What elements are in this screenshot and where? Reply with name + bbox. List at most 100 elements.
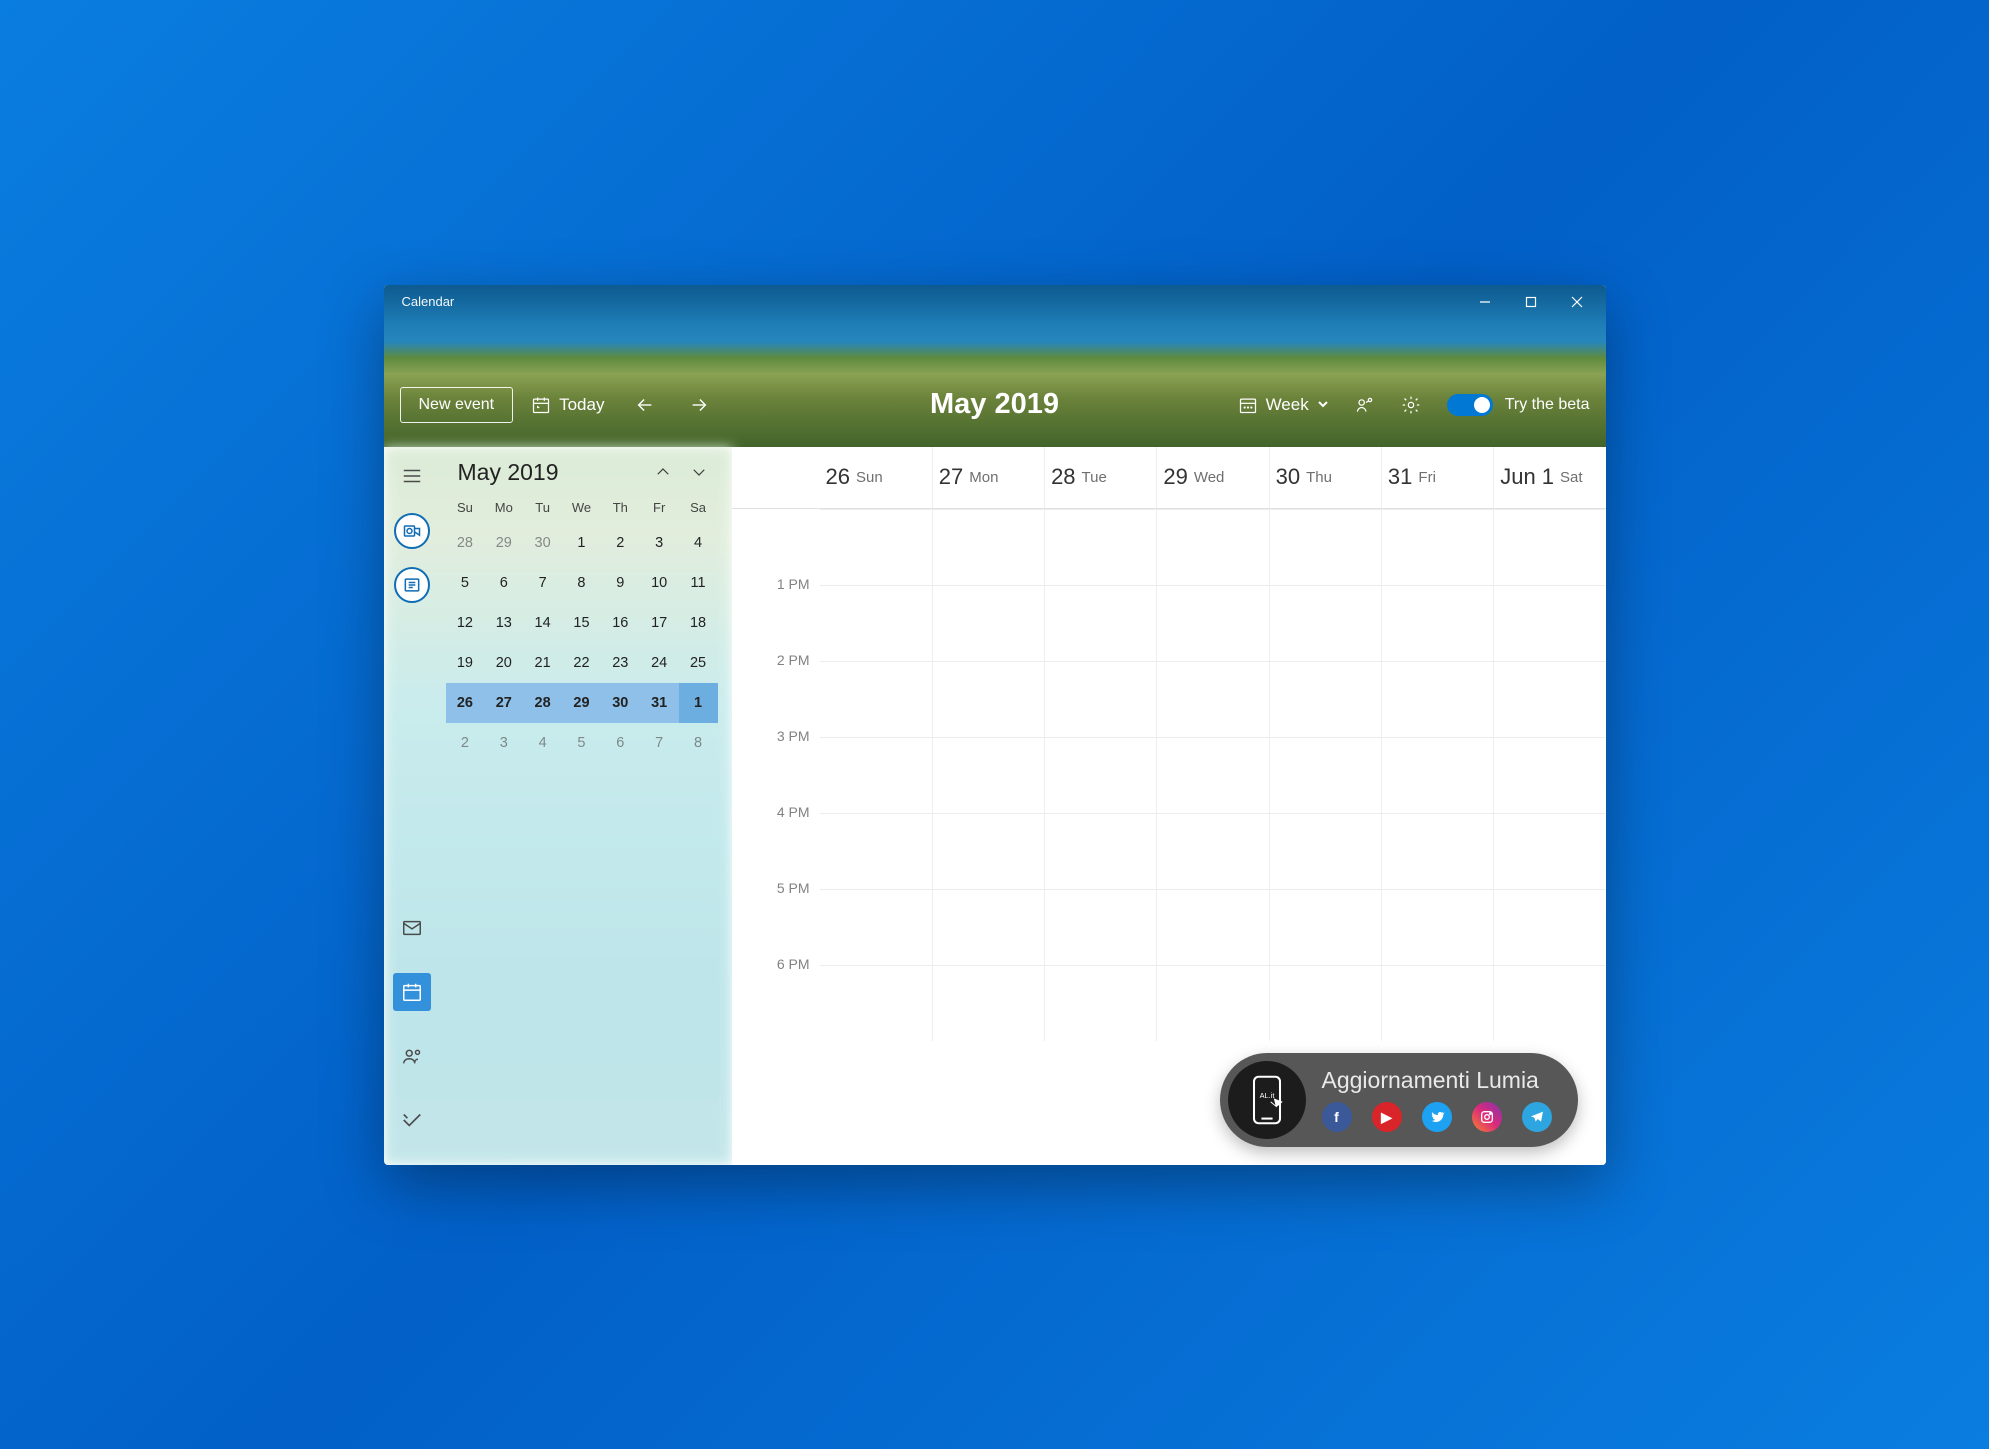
mini-next-month[interactable] bbox=[686, 459, 712, 485]
week-cell[interactable] bbox=[1044, 889, 1156, 965]
week-cell[interactable] bbox=[1493, 661, 1605, 737]
week-cell[interactable] bbox=[1156, 585, 1268, 661]
week-cell[interactable] bbox=[1156, 509, 1268, 585]
mini-day-cell[interactable]: 15 bbox=[562, 603, 601, 643]
maximize-button[interactable] bbox=[1508, 285, 1554, 319]
mini-day-cell[interactable]: 4 bbox=[523, 723, 562, 763]
week-cell[interactable] bbox=[1493, 737, 1605, 813]
week-cell[interactable] bbox=[1156, 813, 1268, 889]
mini-day-cell[interactable]: 17 bbox=[640, 603, 679, 643]
settings-button[interactable] bbox=[1401, 395, 1421, 415]
mini-prev-month[interactable] bbox=[650, 459, 676, 485]
week-cell[interactable] bbox=[932, 737, 1044, 813]
week-day-header[interactable]: Jun 1Sat bbox=[1493, 447, 1605, 508]
mini-day-cell[interactable]: 12 bbox=[446, 603, 485, 643]
mini-day-cell[interactable]: 13 bbox=[484, 603, 523, 643]
week-cell[interactable] bbox=[1269, 965, 1381, 1041]
week-cell[interactable] bbox=[1044, 661, 1156, 737]
mini-day-cell[interactable]: 8 bbox=[679, 723, 718, 763]
mini-day-cell[interactable]: 3 bbox=[640, 523, 679, 563]
week-cell[interactable] bbox=[1044, 585, 1156, 661]
week-cell[interactable] bbox=[1156, 737, 1268, 813]
mini-day-cell[interactable]: 2 bbox=[446, 723, 485, 763]
mini-day-cell[interactable]: 19 bbox=[446, 643, 485, 683]
week-cell[interactable] bbox=[932, 509, 1044, 585]
week-day-header[interactable]: 28Tue bbox=[1044, 447, 1156, 508]
week-cell[interactable] bbox=[820, 889, 932, 965]
mini-day-cell[interactable]: 8 bbox=[562, 563, 601, 603]
week-cell[interactable] bbox=[932, 965, 1044, 1041]
mini-day-cell[interactable]: 20 bbox=[484, 643, 523, 683]
share-button[interactable] bbox=[1355, 395, 1375, 415]
mini-day-cell[interactable]: 30 bbox=[523, 523, 562, 563]
mini-day-cell[interactable]: 21 bbox=[523, 643, 562, 683]
telegram-icon[interactable] bbox=[1522, 1102, 1552, 1132]
week-cell[interactable] bbox=[932, 585, 1044, 661]
week-cell[interactable] bbox=[932, 813, 1044, 889]
week-cell[interactable] bbox=[932, 661, 1044, 737]
mini-day-cell[interactable]: 5 bbox=[446, 563, 485, 603]
week-cell[interactable] bbox=[820, 661, 932, 737]
week-cell[interactable] bbox=[1381, 889, 1493, 965]
week-cell[interactable] bbox=[1381, 813, 1493, 889]
mini-day-cell[interactable]: 6 bbox=[484, 563, 523, 603]
week-cell[interactable] bbox=[1044, 509, 1156, 585]
mini-day-cell[interactable]: 2 bbox=[601, 523, 640, 563]
mini-day-cell[interactable]: 27 bbox=[484, 683, 523, 723]
mini-day-cell[interactable]: 23 bbox=[601, 643, 640, 683]
week-cell[interactable] bbox=[1493, 585, 1605, 661]
week-cell[interactable] bbox=[1381, 965, 1493, 1041]
week-cell[interactable] bbox=[820, 813, 932, 889]
mini-day-cell[interactable]: 3 bbox=[484, 723, 523, 763]
week-cell[interactable] bbox=[1156, 889, 1268, 965]
week-cell[interactable] bbox=[932, 889, 1044, 965]
week-cell[interactable] bbox=[820, 737, 932, 813]
mini-day-cell[interactable]: 7 bbox=[640, 723, 679, 763]
todo-nav[interactable] bbox=[393, 1101, 431, 1139]
next-week-button[interactable] bbox=[686, 392, 712, 418]
facebook-icon[interactable]: f bbox=[1322, 1102, 1352, 1132]
week-cell[interactable] bbox=[1269, 737, 1381, 813]
week-cell[interactable] bbox=[1493, 889, 1605, 965]
youtube-icon[interactable]: ▶ bbox=[1372, 1102, 1402, 1132]
week-cell[interactable] bbox=[1381, 585, 1493, 661]
twitter-icon[interactable] bbox=[1422, 1102, 1452, 1132]
week-day-header[interactable]: 30Thu bbox=[1269, 447, 1381, 508]
week-cell[interactable] bbox=[820, 509, 932, 585]
mini-day-cell[interactable]: 22 bbox=[562, 643, 601, 683]
mini-day-cell[interactable]: 9 bbox=[601, 563, 640, 603]
mini-day-cell[interactable]: 30 bbox=[601, 683, 640, 723]
week-cell[interactable] bbox=[1044, 813, 1156, 889]
minimize-button[interactable] bbox=[1462, 285, 1508, 319]
mini-day-cell[interactable]: 28 bbox=[523, 683, 562, 723]
beta-toggle[interactable] bbox=[1447, 394, 1493, 416]
today-button[interactable]: Today bbox=[531, 395, 604, 415]
mini-day-cell[interactable]: 11 bbox=[679, 563, 718, 603]
mini-day-cell[interactable]: 16 bbox=[601, 603, 640, 643]
mini-day-cell[interactable]: 4 bbox=[679, 523, 718, 563]
hamburger-button[interactable] bbox=[392, 457, 432, 495]
week-cell[interactable] bbox=[820, 965, 932, 1041]
week-cell[interactable] bbox=[1381, 737, 1493, 813]
mini-day-cell[interactable]: 10 bbox=[640, 563, 679, 603]
week-cell[interactable] bbox=[1381, 509, 1493, 585]
week-cell[interactable] bbox=[1156, 661, 1268, 737]
view-selector[interactable]: Week bbox=[1238, 395, 1329, 415]
week-day-header[interactable]: 26Sun bbox=[820, 447, 932, 508]
people-nav[interactable] bbox=[393, 1037, 431, 1075]
week-cell[interactable] bbox=[1269, 509, 1381, 585]
week-cell[interactable] bbox=[1493, 813, 1605, 889]
mini-day-cell[interactable]: 7 bbox=[523, 563, 562, 603]
week-cell[interactable] bbox=[1269, 813, 1381, 889]
mini-day-cell[interactable]: 1 bbox=[562, 523, 601, 563]
account-exchange[interactable] bbox=[394, 567, 430, 603]
account-outlook[interactable] bbox=[394, 513, 430, 549]
week-cell[interactable] bbox=[1381, 661, 1493, 737]
mini-day-cell[interactable]: 28 bbox=[446, 523, 485, 563]
mini-day-cell[interactable]: 14 bbox=[523, 603, 562, 643]
mini-day-cell[interactable]: 24 bbox=[640, 643, 679, 683]
week-cell[interactable] bbox=[1269, 585, 1381, 661]
close-button[interactable] bbox=[1554, 285, 1600, 319]
week-cell[interactable] bbox=[1044, 965, 1156, 1041]
mini-day-cell[interactable]: 26 bbox=[446, 683, 485, 723]
